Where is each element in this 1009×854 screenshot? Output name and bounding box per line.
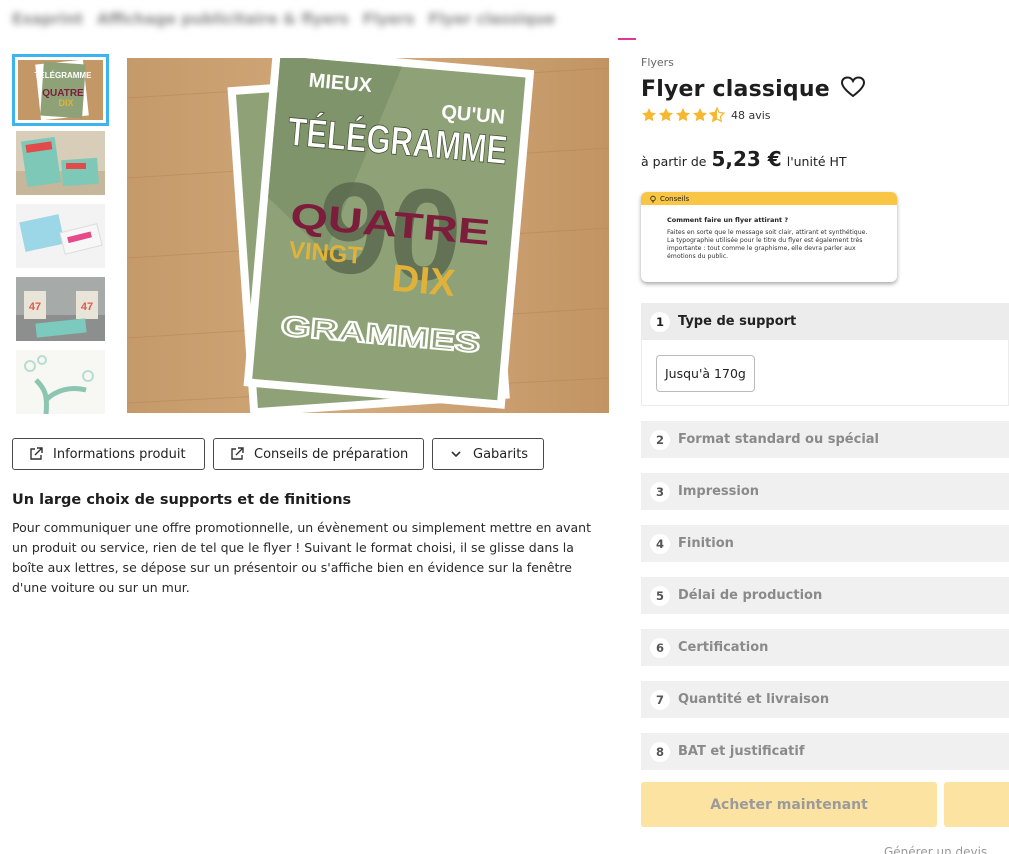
step-format[interactable]: 2 Format standard ou spécial [641,421,1009,458]
thumbnail-flyers-47[interactable]: 47 47 [12,273,109,345]
step-quantite[interactable]: 7 Quantité et livraison [641,681,1009,718]
config-steps: 1 Type de support Jusqu'à 170g 2 Format … [641,303,1009,770]
thumbnail-image [16,350,105,415]
tips-header: Conseils [641,192,897,205]
templates-label: Gabarits [473,446,529,462]
price-value: 5,23 € [711,147,782,171]
product-category[interactable]: Flyers [641,56,1009,69]
tips-title: Comment faire un flyer attirant ? [667,216,789,224]
price-row: à partir de 5,23 € l'unité HT [641,147,1009,171]
star-icon [659,108,673,122]
thumbnail-image: TÉLÉGRAMME QUATRE DIX [18,59,103,121]
external-link-icon [30,447,43,460]
tips-body: Faites en sorte que le message soit clai… [667,229,868,260]
star-icon [642,108,656,122]
step-number: 7 [650,689,670,710]
product-info-label: Informations produit [53,446,186,462]
step-label: Impression [678,484,760,499]
product-description: Un large choix de supports et de finitio… [12,492,602,598]
preparation-tips-label: Conseils de préparation [254,446,409,462]
product-actions: Informations produit Conseils de prépara… [12,438,544,470]
step-impression[interactable]: 3 Impression [641,473,1009,510]
flyer-word-dix: DIX [390,258,457,305]
step-finition[interactable]: 4 Finition [641,525,1009,562]
main-product-image[interactable]: MIEUX QU'UN TÉLÉGRAMME 90 QUATRE VINGT D… [127,58,609,413]
thumbnail-list: TÉLÉGRAMME QUATRE DIX 47 47 [12,54,109,419]
rating[interactable]: 48 avis [641,107,1009,123]
step-number: 5 [650,585,670,606]
thumbnail-flyers-stack-red[interactable] [12,127,109,199]
add-to-cart-button[interactable] [944,782,1009,827]
thumbnail-image [16,204,105,268]
thumbnail-flyer-tree[interactable] [12,346,109,418]
step-label: Format standard ou spécial [678,432,880,447]
title-row: Flyer classique [641,75,1009,103]
product-title: Flyer classique [641,76,830,102]
preparation-tips-button[interactable]: Conseils de préparation [213,438,424,470]
star-icon [676,108,690,122]
step-label: Quantité et livraison [678,692,830,707]
product-config-panel: Flyers Flyer classique 48 avis à partir … [641,52,1009,854]
description-title: Un large choix de supports et de finitio… [12,492,352,508]
step-number: 4 [650,533,670,554]
star-rating [641,107,725,123]
step-label: BAT et justificatif [678,744,805,759]
review-count: 48 avis [731,108,771,122]
chevron-down-icon [451,451,461,458]
support-option-170g[interactable]: Jusqu'à 170g [656,355,755,392]
step-bat[interactable]: 8 BAT et justificatif [641,733,1009,770]
svg-text:DIX: DIX [58,98,73,108]
step-1-options: Jusqu'à 170g [641,340,1009,406]
thumbnail-flyers-blue-pink[interactable] [12,200,109,272]
step-number: 6 [650,637,670,658]
generate-quote-link[interactable]: Générer un devis [884,845,987,854]
description-text: Pour communiquer une offre promotionnell… [12,520,591,595]
step-label: Type de support [678,314,797,329]
buy-now-button[interactable]: Acheter maintenant [641,782,937,827]
step-number: 2 [650,429,670,450]
svg-text:TÉLÉGRAMME: TÉLÉGRAMME [35,71,93,80]
step-delai[interactable]: 5 Délai de production [641,577,1009,614]
breadcrumb-item: Flyer classique [428,10,556,28]
step-certification[interactable]: 6 Certification [641,629,1009,666]
step-type-de-support[interactable]: 1 Type de support [641,303,1009,340]
thumbnail-image [16,131,105,195]
breadcrumb: Exaprint Affichage publicitaire & flyers… [12,8,555,30]
step-number: 3 [650,481,670,502]
breadcrumb-item[interactable]: Exaprint [12,10,83,28]
step-label: Certification [678,640,769,655]
thumbnail-image: 47 47 [16,277,105,341]
templates-dropdown[interactable]: Gabarits [432,438,544,470]
step-label: Délai de production [678,588,823,603]
thumbnail-flyer-telegramme[interactable]: TÉLÉGRAMME QUATRE DIX [12,54,109,126]
svg-text:47: 47 [29,301,41,313]
step-label: Finition [678,536,734,551]
breadcrumb-item[interactable]: Affichage publicitaire & flyers [97,10,349,28]
tips-label: Conseils [660,194,690,203]
star-icon [693,108,707,122]
product-info-button[interactable]: Informations produit [12,438,205,470]
lightbulb-icon [650,195,656,202]
breadcrumb-item[interactable]: Flyers [363,10,415,28]
half-star-icon [709,107,725,123]
price-prefix: à partir de [641,154,707,169]
accent-dash [618,38,636,40]
step-number: 8 [650,741,670,762]
price-suffix: l'unité HT [786,154,847,169]
heart-icon[interactable] [840,75,866,103]
step-number: 1 [650,311,670,332]
svg-text:47: 47 [81,301,93,313]
external-link-icon [231,447,244,460]
tips-card: Conseils Comment faire un flyer attirant… [641,192,897,282]
